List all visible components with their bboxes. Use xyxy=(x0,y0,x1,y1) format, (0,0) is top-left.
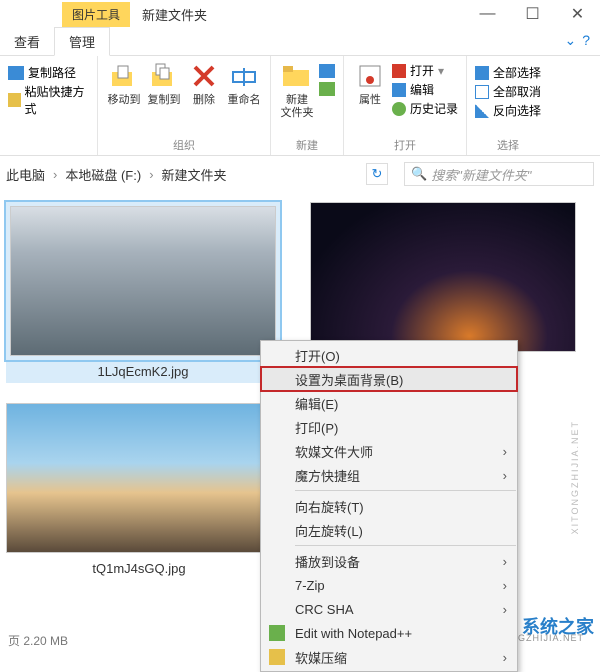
cm-open[interactable]: 打开(O) xyxy=(261,343,517,367)
properties-icon xyxy=(354,60,386,92)
title-bar: 图片工具 新建文件夹 — ☐ ✕ xyxy=(0,0,600,28)
tab-view[interactable]: 查看 xyxy=(0,28,54,55)
select-none-button[interactable]: 全部取消 xyxy=(475,83,541,100)
breadcrumb-part[interactable]: 本地磁盘 (F:) xyxy=(65,165,141,184)
address-bar-row: 此电脑 › 本地磁盘 (F:) › 新建文件夹 ↻ 🔍 搜索"新建文件夹" xyxy=(0,156,600,192)
tab-manage[interactable]: 管理 xyxy=(54,27,110,56)
copy-to-icon xyxy=(148,60,180,92)
breadcrumb-part[interactable]: 新建文件夹 xyxy=(162,165,227,184)
cm-cast-to[interactable]: 播放到设备› xyxy=(261,549,517,573)
status-bar: 页 2.20 MB xyxy=(0,628,76,653)
copy-path-icon xyxy=(8,66,24,80)
cm-rotate-right[interactable]: 向右旋转(T) xyxy=(261,494,517,518)
open-icon xyxy=(392,64,406,78)
watermark-url-vertical: XITONGZHIJIA.NET xyxy=(570,420,580,534)
collapse-ribbon-icon[interactable]: ⌄ xyxy=(564,32,576,49)
breadcrumb-sep-icon: › xyxy=(149,167,153,182)
ribbon-help: ⌄ ? xyxy=(564,32,590,49)
breadcrumb[interactable]: 此电脑 › 本地磁盘 (F:) › 新建文件夹 xyxy=(6,165,358,184)
cm-print[interactable]: 打印(P) xyxy=(261,415,517,439)
history-icon xyxy=(392,102,406,116)
open-button[interactable]: 打开▾ xyxy=(392,62,458,79)
cm-edit[interactable]: 编辑(E) xyxy=(261,391,517,415)
cm-set-desktop-bg[interactable]: 设置为桌面背景(B) xyxy=(261,367,517,391)
file-item[interactable]: tQ1mJ4sGQ.jpg xyxy=(6,403,272,576)
file-name: 1LJqEcmK2.jpg xyxy=(10,364,276,379)
search-input[interactable]: 🔍 搜索"新建文件夹" xyxy=(404,162,594,186)
copy-path-button[interactable]: 复制路径 xyxy=(8,64,89,81)
history-button[interactable]: 历史记录 xyxy=(392,100,458,117)
notepadpp-icon xyxy=(269,625,285,641)
copy-to-button[interactable]: 复制到 xyxy=(146,60,182,107)
invert-select-icon xyxy=(475,104,489,118)
thumbnail-image xyxy=(10,206,276,356)
cm-notepadpp[interactable]: Edit with Notepad++ xyxy=(261,621,517,645)
move-to-button[interactable]: 移动到 xyxy=(106,60,142,107)
file-name: tQ1mJ4sGQ.jpg xyxy=(6,561,272,576)
search-icon: 🔍 xyxy=(411,166,427,182)
ribbon-group-open: 属性 打开▾ 编辑 历史记录 打开 xyxy=(344,56,467,155)
edit-icon xyxy=(392,83,406,97)
cm-ruanmei-zip[interactable]: 软媒压缩› xyxy=(261,645,517,669)
submenu-arrow-icon: › xyxy=(503,578,507,593)
thumbnail-image xyxy=(6,403,272,553)
cm-crc-sha[interactable]: CRC SHA› xyxy=(261,597,517,621)
context-menu: 打开(O) 设置为桌面背景(B) 编辑(E) 打印(P) 软媒文件大师› 魔方快… xyxy=(260,340,518,672)
close-button[interactable]: ✕ xyxy=(555,0,600,28)
new-folder-button[interactable]: 新建 文件夹 xyxy=(279,60,315,120)
ribbon: 复制路径 粘贴快捷方式 移动到 复制到 删除 xyxy=(0,56,600,156)
ribbon-group-new: 新建 文件夹 新建 xyxy=(271,56,344,155)
breadcrumb-part[interactable]: 此电脑 xyxy=(6,165,45,184)
folder-icon xyxy=(281,60,313,92)
ribbon-tabs: 查看 管理 ⌄ ? xyxy=(0,28,600,56)
submenu-arrow-icon: › xyxy=(503,554,507,569)
delete-icon xyxy=(188,60,220,92)
edit-button[interactable]: 编辑 xyxy=(392,81,458,98)
file-item-selected[interactable]: 1LJqEcmK2.jpg xyxy=(6,202,280,383)
thumbnail-image xyxy=(310,202,576,352)
cm-7zip[interactable]: 7-Zip› xyxy=(261,573,517,597)
move-to-icon xyxy=(108,60,140,92)
zip-icon xyxy=(269,649,285,665)
contextual-tab[interactable]: 图片工具 xyxy=(62,2,130,27)
ribbon-group-select: 全部选择 全部取消 反向选择 选择 xyxy=(467,56,549,155)
ribbon-group-clipboard: 复制路径 粘贴快捷方式 xyxy=(0,56,98,155)
watermark-text: 系统之家 xyxy=(522,613,594,639)
paste-shortcut-icon xyxy=(8,93,21,107)
breadcrumb-sep-icon: › xyxy=(53,167,57,182)
invert-select-button[interactable]: 反向选择 xyxy=(475,102,541,119)
properties-button[interactable]: 属性 xyxy=(352,60,388,107)
window-title: 新建文件夹 xyxy=(142,5,207,24)
submenu-arrow-icon: › xyxy=(503,602,507,617)
cm-separator xyxy=(295,490,516,491)
refresh-button[interactable]: ↻ xyxy=(366,163,388,185)
help-icon[interactable]: ? xyxy=(582,32,590,49)
cm-separator xyxy=(295,545,516,546)
paste-shortcut-button[interactable]: 粘贴快捷方式 xyxy=(8,83,89,117)
cm-mofang[interactable]: 魔方快捷组› xyxy=(261,463,517,487)
submenu-arrow-icon: › xyxy=(503,468,507,483)
select-none-icon xyxy=(475,85,489,99)
delete-button[interactable]: 删除 xyxy=(186,60,222,107)
submenu-arrow-icon: › xyxy=(503,444,507,459)
maximize-button[interactable]: ☐ xyxy=(510,0,555,28)
select-all-button[interactable]: 全部选择 xyxy=(475,64,541,81)
new-item-icon[interactable] xyxy=(319,64,335,78)
rename-icon xyxy=(228,60,260,92)
window-controls: — ☐ ✕ xyxy=(465,0,600,28)
cm-ruanmei-file[interactable]: 软媒文件大师› xyxy=(261,439,517,463)
select-all-icon xyxy=(475,66,489,80)
easy-access-icon[interactable] xyxy=(319,82,335,96)
ribbon-group-organize: 移动到 复制到 删除 重命名 组织 xyxy=(98,56,271,155)
cm-rotate-left[interactable]: 向左旋转(L) xyxy=(261,518,517,542)
rename-button[interactable]: 重命名 xyxy=(226,60,262,107)
submenu-arrow-icon: › xyxy=(503,650,507,665)
minimize-button[interactable]: — xyxy=(465,0,510,28)
